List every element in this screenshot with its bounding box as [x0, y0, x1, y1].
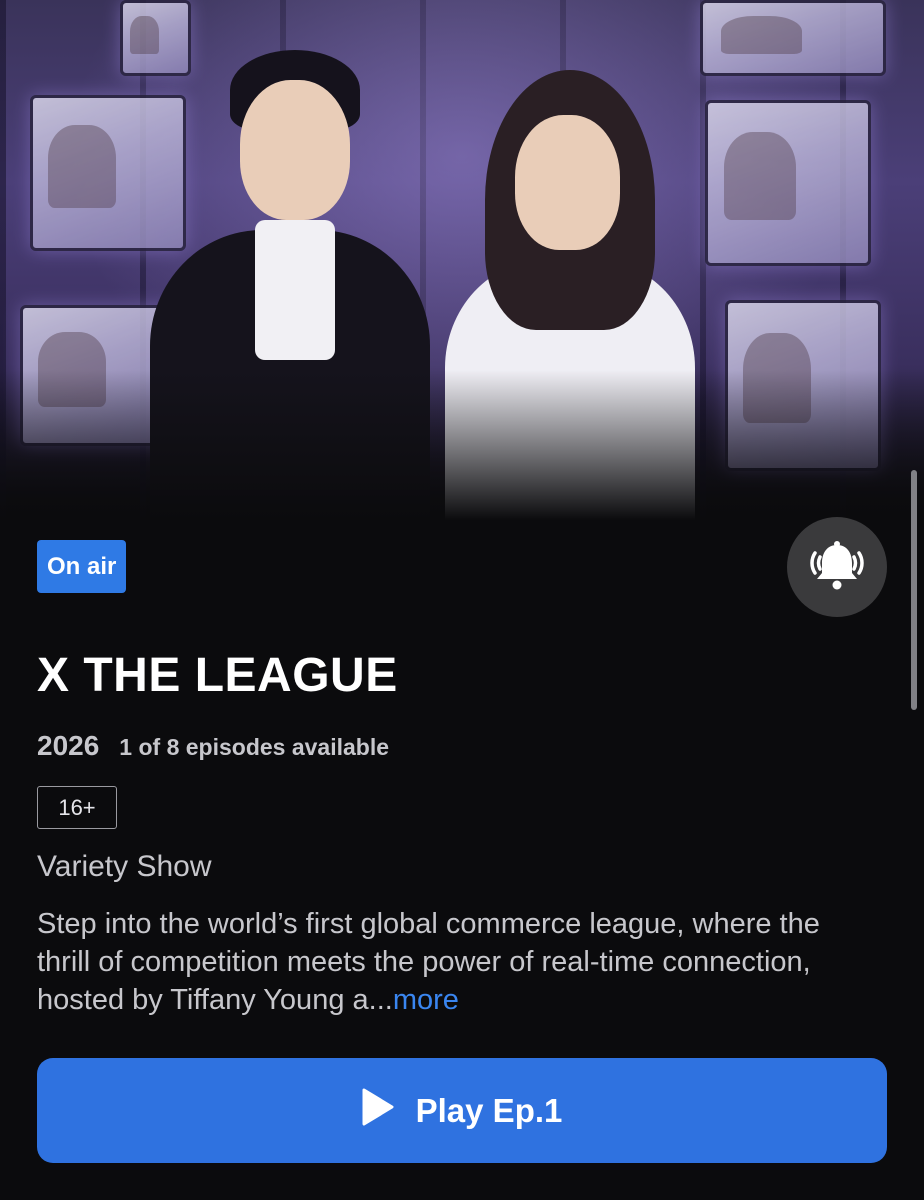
show-meta: 2026 1 of 8 episodes available — [37, 730, 389, 762]
notify-button[interactable] — [787, 517, 887, 617]
show-description: Step into the world’s first global comme… — [37, 905, 867, 1019]
play-icon — [362, 1088, 394, 1134]
show-poster — [0, 0, 924, 520]
more-link[interactable]: more — [393, 984, 459, 1016]
poster-fade — [0, 370, 924, 520]
age-rating-badge: 16+ — [37, 786, 117, 829]
scrollbar[interactable] — [911, 470, 917, 710]
genre-label: Variety Show — [37, 850, 212, 883]
release-year: 2026 — [37, 730, 100, 761]
poster-screen — [700, 0, 886, 76]
episodes-available: 1 of 8 episodes available — [119, 734, 390, 760]
status-badge-label: On air — [47, 552, 117, 580]
play-episode-button[interactable]: Play Ep.1 — [37, 1058, 887, 1163]
play-button-label: Play Ep.1 — [415, 1091, 563, 1129]
poster-screen — [705, 100, 871, 266]
show-title: X THE LEAGUE — [37, 649, 398, 702]
bell-ringing-icon — [807, 539, 867, 596]
status-badge: On air — [37, 540, 127, 593]
